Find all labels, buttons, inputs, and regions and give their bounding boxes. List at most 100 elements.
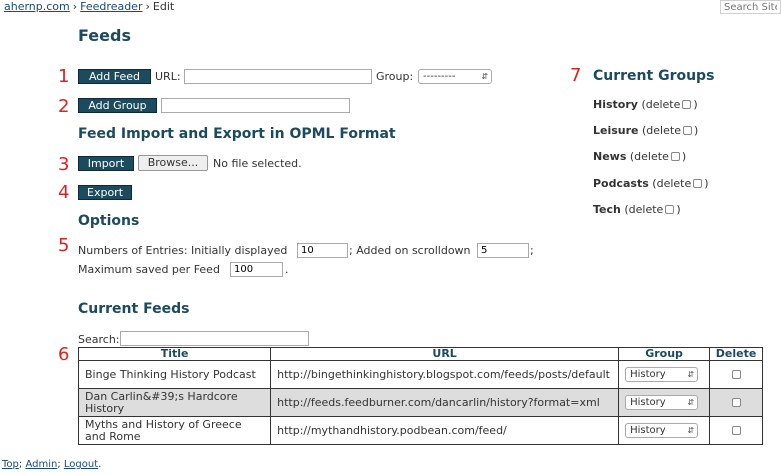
site-search-input[interactable] <box>720 0 781 14</box>
feed-group-select[interactable]: --------- ⇵ <box>418 69 492 84</box>
group-name: Tech <box>593 203 621 216</box>
select-arrows-icon: ⇵ <box>687 426 695 435</box>
group-delete-label: (delete <box>641 98 681 111</box>
callout-7: 7 <box>570 65 582 86</box>
feed-title: Dan Carlin&#39;s Hardcore History <box>77 388 272 417</box>
feed-group-cell: History ⇵ <box>618 360 711 389</box>
feeds-table-header: Title URL Group Delete <box>77 347 763 361</box>
footer-top-link[interactable]: Top <box>2 459 19 470</box>
max-saved-input[interactable] <box>230 262 283 277</box>
table-row: Dan Carlin&#39;s Hardcore History http:/… <box>77 388 763 417</box>
feed-group-select-value: --------- <box>423 71 456 82</box>
select-arrows-icon: ⇵ <box>481 72 488 81</box>
feed-search-label: Search: <box>78 333 120 346</box>
group-name: Leisure <box>593 124 639 137</box>
group-name: History <box>593 98 638 111</box>
add-group-button[interactable]: Add Group <box>78 98 157 113</box>
scroll-entries-input[interactable] <box>477 243 529 258</box>
file-status: No file selected. <box>213 157 302 170</box>
breadcrumb: ahernp.com › Feedreader › Edit <box>4 0 174 13</box>
url-label: URL: <box>155 70 181 83</box>
callout-6: 6 <box>58 344 70 365</box>
group-name: Podcasts <box>593 177 649 190</box>
callout-5: 5 <box>58 235 70 256</box>
group-name-input[interactable] <box>161 98 350 113</box>
feed-delete-checkbox[interactable] <box>731 425 741 435</box>
footer-logout-link[interactable]: Logout <box>64 459 98 470</box>
group-delete-label: (delete <box>624 203 664 216</box>
scroll-entries-label: ; Added on scrolldown <box>349 244 471 257</box>
initial-entries-label: Numbers of Entries: Initially displayed <box>78 244 288 257</box>
feed-url: http://bingethinkinghistory.blogspot.com… <box>270 360 620 389</box>
group-item-news: News (delete) <box>593 150 686 163</box>
feed-group-cell: History ⇵ <box>618 388 711 417</box>
group-delete-checkbox[interactable] <box>670 152 680 161</box>
column-header-title[interactable]: Title <box>77 347 272 361</box>
max-saved-label: Maximum saved per Feed <box>78 263 220 276</box>
group-item-tech: Tech (delete) <box>593 203 681 216</box>
breadcrumb-site-link[interactable]: ahernp.com <box>4 0 70 13</box>
group-delete-checkbox[interactable] <box>682 126 692 135</box>
select-arrows-icon: ⇵ <box>687 398 695 407</box>
group-delete-close: ) <box>693 98 698 111</box>
feed-title: Binge Thinking History Podcast <box>77 360 272 389</box>
group-label: Group: <box>376 70 414 83</box>
footer: Top; Admin; Logout. <box>2 459 101 470</box>
feed-url: http://mythandhistory.podbean.com/feed/ <box>270 416 620 445</box>
callout-3: 3 <box>58 154 70 175</box>
footer-end: . <box>98 459 102 470</box>
add-feed-button[interactable]: Add Feed <box>78 69 151 84</box>
feed-url: http://feeds.feedburner.com/dancarlin/hi… <box>270 388 620 417</box>
group-item-leisure: Leisure (delete) <box>593 124 698 137</box>
table-row: Binge Thinking History Podcast http://bi… <box>77 360 763 389</box>
select-arrows-icon: ⇵ <box>687 370 695 379</box>
max-saved-suffix: . <box>285 263 289 276</box>
group-item-history: History (delete) <box>593 98 698 111</box>
feed-delete-checkbox[interactable] <box>731 397 741 407</box>
initial-entries-input[interactable] <box>297 243 348 258</box>
import-button[interactable]: Import <box>78 156 134 171</box>
group-delete-checkbox[interactable] <box>665 205 675 214</box>
group-delete-label: (delete <box>652 177 692 190</box>
group-delete-close: ) <box>704 177 709 190</box>
column-header-delete[interactable]: Delete <box>709 347 763 361</box>
feed-group-value: History <box>630 369 666 380</box>
footer-separator: ; <box>18 459 23 470</box>
footer-admin-link[interactable]: Admin <box>25 459 57 470</box>
page-title: Feeds <box>78 26 131 45</box>
callout-4: 4 <box>58 182 70 203</box>
footer-separator: ; <box>57 459 61 470</box>
group-delete-label: (delete <box>642 124 681 137</box>
group-delete-checkbox[interactable] <box>682 100 692 109</box>
group-delete-close: ) <box>681 150 687 163</box>
feed-group-select[interactable]: History ⇵ <box>625 423 699 438</box>
feed-delete-cell <box>709 388 763 417</box>
table-row: Myths and History of Greece and Rome htt… <box>77 416 763 445</box>
callout-1: 1 <box>58 66 70 87</box>
feed-group-select[interactable]: History ⇵ <box>625 367 699 382</box>
feed-delete-checkbox[interactable] <box>731 369 741 379</box>
feed-delete-cell <box>709 416 763 445</box>
group-name: News <box>593 150 627 163</box>
column-header-url[interactable]: URL <box>270 347 620 361</box>
group-delete-close: ) <box>693 124 699 137</box>
export-button[interactable]: Export <box>78 185 132 200</box>
current-groups-heading: Current Groups <box>593 68 715 84</box>
group-delete-close: ) <box>676 203 681 216</box>
feed-group-value: History <box>630 397 666 408</box>
feed-url-input[interactable] <box>184 69 372 84</box>
feed-group-select[interactable]: History ⇵ <box>625 395 699 410</box>
column-header-group[interactable]: Group <box>618 347 711 361</box>
feed-search-input[interactable] <box>120 331 309 346</box>
group-delete-checkbox[interactable] <box>693 179 703 188</box>
breadcrumb-current: Edit <box>152 0 175 13</box>
breadcrumb-section-link[interactable]: Feedreader <box>80 0 142 13</box>
current-feeds-heading: Current Feeds <box>78 301 190 317</box>
scroll-entries-suffix: ; <box>530 244 534 257</box>
feed-group-value: History <box>630 425 666 436</box>
group-item-podcasts: Podcasts (delete) <box>593 177 709 190</box>
feed-group-cell: History ⇵ <box>618 416 711 445</box>
options-heading: Options <box>78 213 140 229</box>
breadcrumb-separator: › <box>72 0 78 13</box>
browse-button[interactable]: Browse... <box>138 155 208 171</box>
